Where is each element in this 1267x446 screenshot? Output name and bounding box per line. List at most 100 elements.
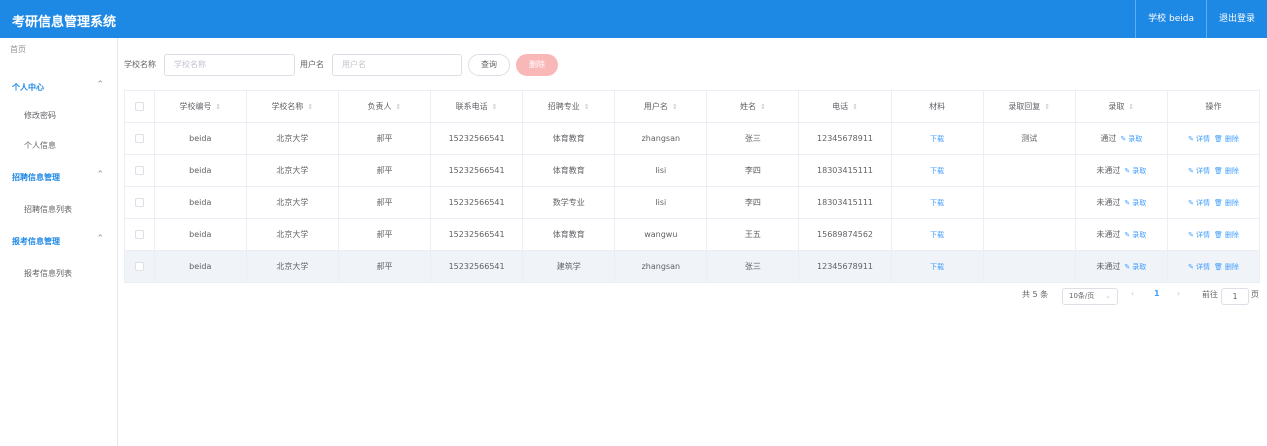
cell-value: 15689874562 <box>817 230 874 239</box>
sort-icon[interactable]: ⇕ <box>492 103 498 111</box>
table-cell <box>984 219 1076 250</box>
username-input[interactable]: 用户名 <box>332 54 462 76</box>
column-header[interactable]: 负责人 ⇕ <box>339 91 432 122</box>
row-checkbox[interactable] <box>134 166 144 175</box>
edit-icon: ✎ <box>1188 262 1194 271</box>
delete-button-label: 删除 <box>1224 262 1239 271</box>
sort-icon[interactable]: ⇕ <box>215 103 221 111</box>
page-number-current[interactable]: 1 <box>1154 289 1160 305</box>
admit-button[interactable]: ✎ 录取 <box>1124 230 1146 240</box>
table-cell: 未通过 ✎ 录取 <box>1076 219 1168 250</box>
delete-button[interactable]: 🗑 删除 <box>1214 262 1239 272</box>
sidebar-group-apply[interactable]: 报考信息管理 ⌃ <box>0 230 118 254</box>
username-label: 用户名 <box>300 60 324 69</box>
row-checkbox[interactable] <box>134 134 144 143</box>
query-button[interactable]: 查询 <box>468 54 510 76</box>
table-cell: beida <box>155 187 247 218</box>
row-checkbox[interactable] <box>134 262 144 271</box>
detail-button[interactable]: ✎ 详情 <box>1188 262 1210 272</box>
delete-button[interactable]: 🗑 删除 <box>1214 134 1239 144</box>
cell-value: beida <box>189 166 212 175</box>
sort-icon[interactable]: ⇕ <box>584 103 590 111</box>
page-size-select[interactable]: 10条/页 ⌄ <box>1062 288 1118 305</box>
sidebar-group-recruit[interactable]: 招聘信息管理 ⌃ <box>0 166 118 190</box>
next-page-icon[interactable]: › <box>1177 289 1180 305</box>
school-name-input[interactable]: 学校名称 <box>164 54 295 76</box>
delete-button-label: 删除 <box>1224 198 1239 207</box>
table-cell: 郝平 <box>339 187 432 218</box>
column-header[interactable]: 招聘专业 ⇕ <box>523 91 616 122</box>
edit-icon: ✎ <box>1188 198 1194 207</box>
column-header-label: 录取 <box>1108 102 1125 111</box>
detail-button[interactable]: ✎ 详情 <box>1188 198 1210 208</box>
download-link[interactable]: 下载 <box>930 134 944 144</box>
row-checkbox[interactable] <box>134 198 144 207</box>
sidebar-item-home[interactable]: 首页 <box>10 44 26 55</box>
table-cell: 下载 <box>892 155 984 186</box>
sort-icon[interactable]: ⇕ <box>852 103 858 111</box>
admit-button[interactable]: ✎ 录取 <box>1124 198 1146 208</box>
column-header[interactable]: 材料 <box>892 91 984 122</box>
column-header[interactable]: 录取回复 ⇕ <box>984 91 1076 122</box>
column-header-label: 电话 <box>832 102 849 111</box>
download-link[interactable]: 下载 <box>930 262 944 272</box>
select-all-cell <box>125 91 155 122</box>
edit-icon: ✎ <box>1124 262 1131 271</box>
column-header-label: 操作 <box>1205 102 1222 111</box>
column-header[interactable]: 学校名称 ⇕ <box>247 91 339 122</box>
table-cell: 北京大学 <box>247 187 339 218</box>
admit-button[interactable]: ✎ 录取 <box>1124 166 1146 176</box>
prev-page-icon[interactable]: ‹ <box>1131 289 1134 305</box>
select-all-checkbox[interactable] <box>134 102 144 111</box>
admit-button[interactable]: ✎ 录取 <box>1120 134 1142 144</box>
column-header[interactable]: 姓名 ⇕ <box>707 91 800 122</box>
cell-value: 王五 <box>744 230 761 239</box>
sort-icon[interactable]: ⇕ <box>1128 103 1134 111</box>
sort-icon[interactable]: ⇕ <box>396 103 402 111</box>
column-header[interactable]: 录取 ⇕ <box>1076 91 1168 122</box>
cell-value: 12345678911 <box>817 134 874 143</box>
column-header[interactable]: 操作 <box>1168 91 1261 122</box>
row-checkbox[interactable] <box>134 230 144 239</box>
admit-status: 未通过 <box>1096 262 1121 271</box>
cell-value: 测试 <box>1021 134 1038 143</box>
cell-value: 15232566541 <box>448 166 505 175</box>
sort-icon[interactable]: ⇕ <box>1044 103 1050 111</box>
cell-value: 18303415111 <box>817 166 874 175</box>
sidebar-item-personal-info[interactable]: 个人信息 <box>0 134 118 158</box>
column-header[interactable]: 联系电话 ⇕ <box>431 91 524 122</box>
sidebar-item-apply-list[interactable]: 报考信息列表 <box>0 262 118 286</box>
sort-icon[interactable]: ⇕ <box>307 103 313 111</box>
sort-icon[interactable]: ⇕ <box>760 103 766 111</box>
delete-button[interactable]: 🗑 删除 <box>1214 166 1239 176</box>
cell-value: beida <box>189 134 212 143</box>
detail-button-label: 详情 <box>1195 230 1210 239</box>
sidebar-item-recruit-list[interactable]: 招聘信息列表 <box>0 198 118 222</box>
column-header[interactable]: 学校编号 ⇕ <box>155 91 247 122</box>
table-cell: beida <box>155 219 247 250</box>
column-header-label: 负责人 <box>367 102 392 111</box>
sidebar-item-label: 个人信息 <box>24 141 56 150</box>
page-size-value: 10条/页 <box>1069 292 1095 300</box>
column-header[interactable]: 用户名 ⇕ <box>615 91 708 122</box>
current-user[interactable]: 学校 beida <box>1135 0 1206 38</box>
detail-button[interactable]: ✎ 详情 <box>1188 230 1210 240</box>
sidebar-item-change-password[interactable]: 修改密码 <box>0 104 118 128</box>
detail-button[interactable]: ✎ 详情 <box>1188 134 1210 144</box>
download-link[interactable]: 下载 <box>930 230 944 240</box>
sidebar-group-personal[interactable]: 个人中心 ⌃ <box>0 76 118 100</box>
logout-button[interactable]: 退出登录 <box>1205 0 1267 38</box>
sort-icon[interactable]: ⇕ <box>672 103 678 111</box>
detail-button[interactable]: ✎ 详情 <box>1188 166 1210 176</box>
table-cell <box>984 251 1076 282</box>
delete-button[interactable]: 🗑 删除 <box>1214 230 1239 240</box>
goto-page-input[interactable]: 1 <box>1221 288 1249 305</box>
batch-delete-button[interactable]: 删除 <box>516 54 558 76</box>
table-cell: 郝平 <box>339 155 432 186</box>
download-link[interactable]: 下载 <box>930 166 944 176</box>
download-link[interactable]: 下载 <box>930 198 944 208</box>
column-header-label: 学校编号 <box>179 102 212 111</box>
column-header[interactable]: 电话 ⇕ <box>799 91 892 122</box>
admit-button[interactable]: ✎ 录取 <box>1124 262 1146 272</box>
delete-button[interactable]: 🗑 删除 <box>1214 198 1239 208</box>
